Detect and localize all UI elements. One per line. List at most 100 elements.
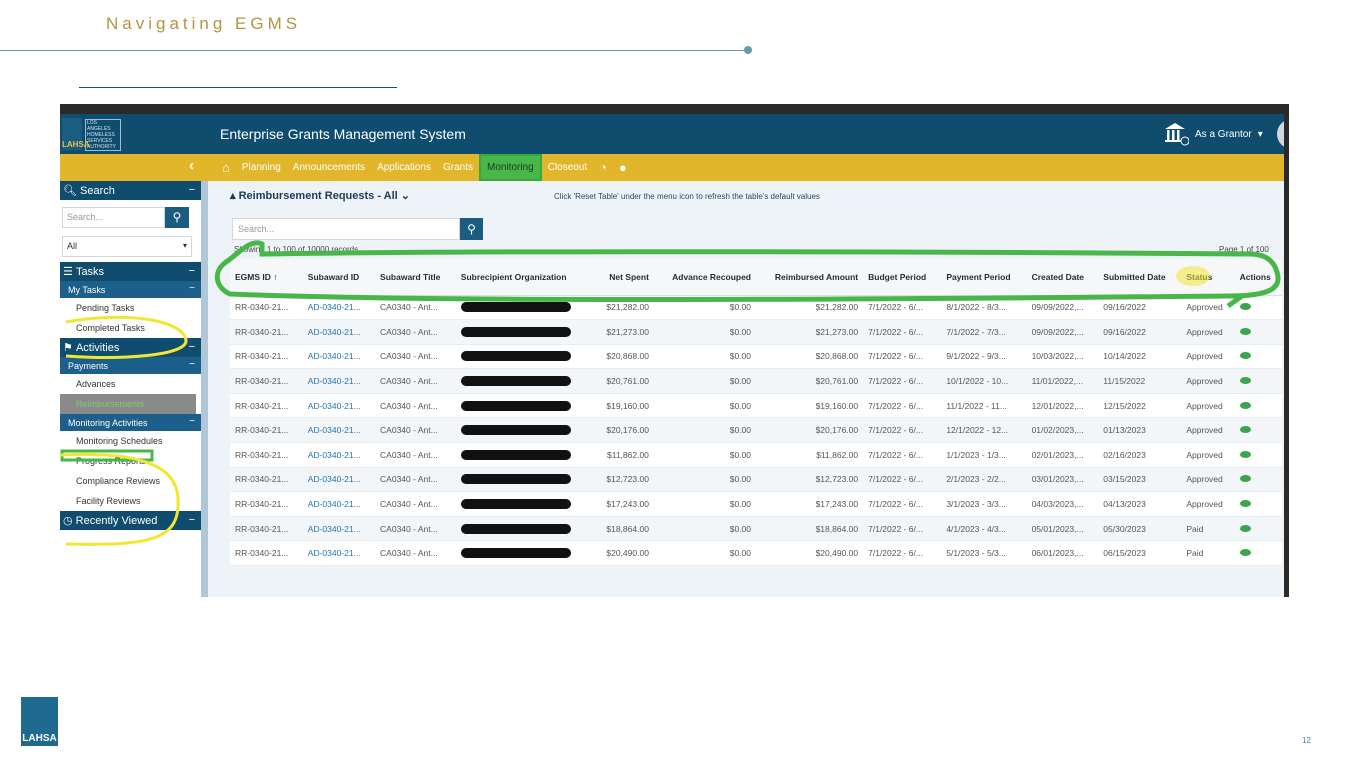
sidebar-search-button[interactable]: ⚲ [165,207,189,228]
table-row[interactable]: RR-0340-21... AD-0340-21... CA0340 - Ant..… [230,516,1282,542]
nav-closeout[interactable]: Closeout [542,154,593,181]
eye-icon[interactable] [1239,377,1251,385]
sidebar-search-header[interactable]: 🔍︎ Search − [60,181,201,200]
eye-icon[interactable] [1239,475,1251,483]
eye-icon[interactable] [1239,500,1251,508]
table-cell-subaward[interactable]: AD-0340-21... [302,417,376,444]
table-cell-title: CA0340 - Ant... [375,540,456,567]
nav-monitoring[interactable]: Monitoring [479,154,542,181]
eye-icon[interactable] [1239,352,1251,360]
table-row[interactable]: RR-0340-21... AD-0340-21... CA0340 - Ant..… [230,467,1282,493]
table-cell-subaward[interactable]: AD-0340-21... [302,491,376,517]
table-cell-subaward[interactable]: AD-0340-21... [302,467,376,493]
view-action[interactable] [1234,417,1282,444]
sidebar-recently-viewed-header[interactable]: ◷ Recently Viewed − [60,511,201,530]
table-cell-subaward[interactable]: AD-0340-21... [302,516,376,542]
sidebar-item-advances[interactable]: Advances [60,374,201,394]
sidebar-my-tasks[interactable]: My Tasks − [60,281,201,298]
table-cell-subaward[interactable]: AD-0340-21... [302,319,376,345]
table-row[interactable]: RR-0340-21... AD-0340-21... CA0340 - Ant..… [230,368,1282,394]
table-row[interactable]: RR-0340-21... AD-0340-21... CA0340 - Ant..… [230,491,1282,517]
table-cell-subaward[interactable]: AD-0340-21... [302,368,376,394]
sidebar-monitoring-activities[interactable]: Monitoring Activities − [60,414,201,431]
view-action[interactable] [1234,344,1282,370]
table-cell-subaward[interactable]: AD-0340-21... [302,442,376,468]
pie-chart-icon[interactable]: ◔ [593,160,613,175]
sidebar-item-facility-reviews[interactable]: Facility Reviews [60,491,201,511]
sidebar-activities-header[interactable]: ⚑ Activities − [60,338,201,357]
column-header[interactable]: Status [1181,259,1235,296]
column-header[interactable]: Subrecipient Organization [455,259,594,296]
table-cell-subaward[interactable]: AD-0340-21... [302,393,376,419]
view-action[interactable] [1234,540,1282,567]
collapse-icon[interactable]: − [189,341,195,353]
eye-icon[interactable] [1239,303,1251,311]
table-cell-subaward[interactable]: AD-0340-21... [302,540,376,567]
home-icon[interactable]: ⌂ [216,160,236,175]
column-header[interactable]: EGMS ID ↑ [230,259,303,296]
sidebar-item-pending-tasks[interactable]: Pending Tasks [60,298,201,318]
chevron-left-icon[interactable]: ‹ [189,157,194,174]
sidebar-item-monitoring-schedules[interactable]: Monitoring Schedules [60,431,201,451]
sidebar-payments[interactable]: Payments − [60,357,201,374]
redacted-organization [455,319,594,345]
sidebar-item-completed-tasks[interactable]: Completed Tasks [60,318,201,338]
lahsa-logo[interactable]: LOS ANGELES HOMELESS SERVICES AUTHORITY … [62,118,122,151]
role-menu[interactable]: As a Grantor ▾ [1163,122,1263,146]
sidebar-splitter[interactable] [201,181,208,597]
view-action[interactable] [1234,319,1282,345]
view-action[interactable] [1234,467,1282,493]
chat-icon[interactable]: ● [613,160,633,175]
chevron-down-icon: ⌄ [400,190,410,202]
table-search-button[interactable]: ⚲ [460,218,483,240]
nav-applications[interactable]: Applications [371,154,437,181]
column-header[interactable]: Budget Period [863,259,942,296]
column-header[interactable]: Created Date [1026,259,1099,296]
eye-icon[interactable] [1239,401,1251,409]
table-cell-subaward[interactable]: AD-0340-21... [302,295,376,321]
column-header[interactable]: Subaward Title [375,259,456,296]
sidebar-filter-select[interactable]: All ▾ [62,236,192,257]
table-row[interactable]: RR-0340-21... AD-0340-21... CA0340 - Ant..… [230,540,1282,567]
column-header[interactable]: Advance Recouped [653,259,756,296]
table-row[interactable]: RR-0340-21... AD-0340-21... CA0340 - Ant..… [230,344,1282,370]
bank-icon [1165,123,1189,146]
view-action[interactable] [1234,295,1282,321]
column-header[interactable]: Reimbursed Amount [756,259,864,296]
collapse-icon[interactable]: − [189,265,195,277]
table-cell-subaward[interactable]: AD-0340-21... [302,344,376,370]
table-row[interactable]: RR-0340-21... AD-0340-21... CA0340 - Ant..… [230,393,1282,419]
eye-icon[interactable] [1239,450,1251,458]
sidebar-search-input[interactable]: Search... [62,207,165,228]
table-row[interactable]: RR-0340-21... AD-0340-21... CA0340 - Ant..… [230,295,1282,321]
table-search-input[interactable]: Search... [232,218,460,240]
table-row[interactable]: RR-0340-21... AD-0340-21... CA0340 - Ant..… [230,319,1282,345]
column-header[interactable]: Submitted Date [1098,259,1182,296]
chevron-down-icon: ▾ [182,241,187,250]
column-header[interactable]: Payment Period [941,259,1027,296]
table-row[interactable]: RR-0340-21... AD-0340-21... CA0340 - Ant..… [230,417,1282,444]
eye-icon[interactable] [1239,426,1251,434]
view-action[interactable] [1234,368,1282,394]
sidebar-tasks-header[interactable]: ☰ Tasks − [60,262,201,281]
collapse-icon[interactable]: − [189,184,195,196]
nav-planning[interactable]: Planning [236,154,287,181]
eye-icon[interactable] [1239,327,1251,335]
view-action[interactable] [1234,491,1282,517]
sidebar-item-reimbursements[interactable]: Reimbursements [60,394,196,414]
sidebar-item-progress-reports[interactable]: Progress Reports [60,451,201,471]
sidebar-item-compliance-reviews[interactable]: Compliance Reviews [60,471,201,491]
table-cell-egms: RR-0340-21... [230,491,303,517]
nav-grants[interactable]: Grants [437,154,479,181]
view-action[interactable] [1234,393,1282,419]
column-header[interactable]: Subaward ID [302,259,376,296]
eye-icon[interactable] [1239,524,1251,532]
view-action[interactable] [1234,442,1282,468]
page-title[interactable]: ▴ Reimbursement Requests - All ⌄ [230,189,410,202]
eye-icon[interactable] [1239,549,1251,557]
nav-announcements[interactable]: Announcements [287,154,371,181]
table-row[interactable]: RR-0340-21... AD-0340-21... CA0340 - Ant..… [230,442,1282,468]
collapse-icon[interactable]: − [189,514,195,526]
column-header[interactable]: Net Spent [593,259,654,296]
view-action[interactable] [1234,516,1282,542]
